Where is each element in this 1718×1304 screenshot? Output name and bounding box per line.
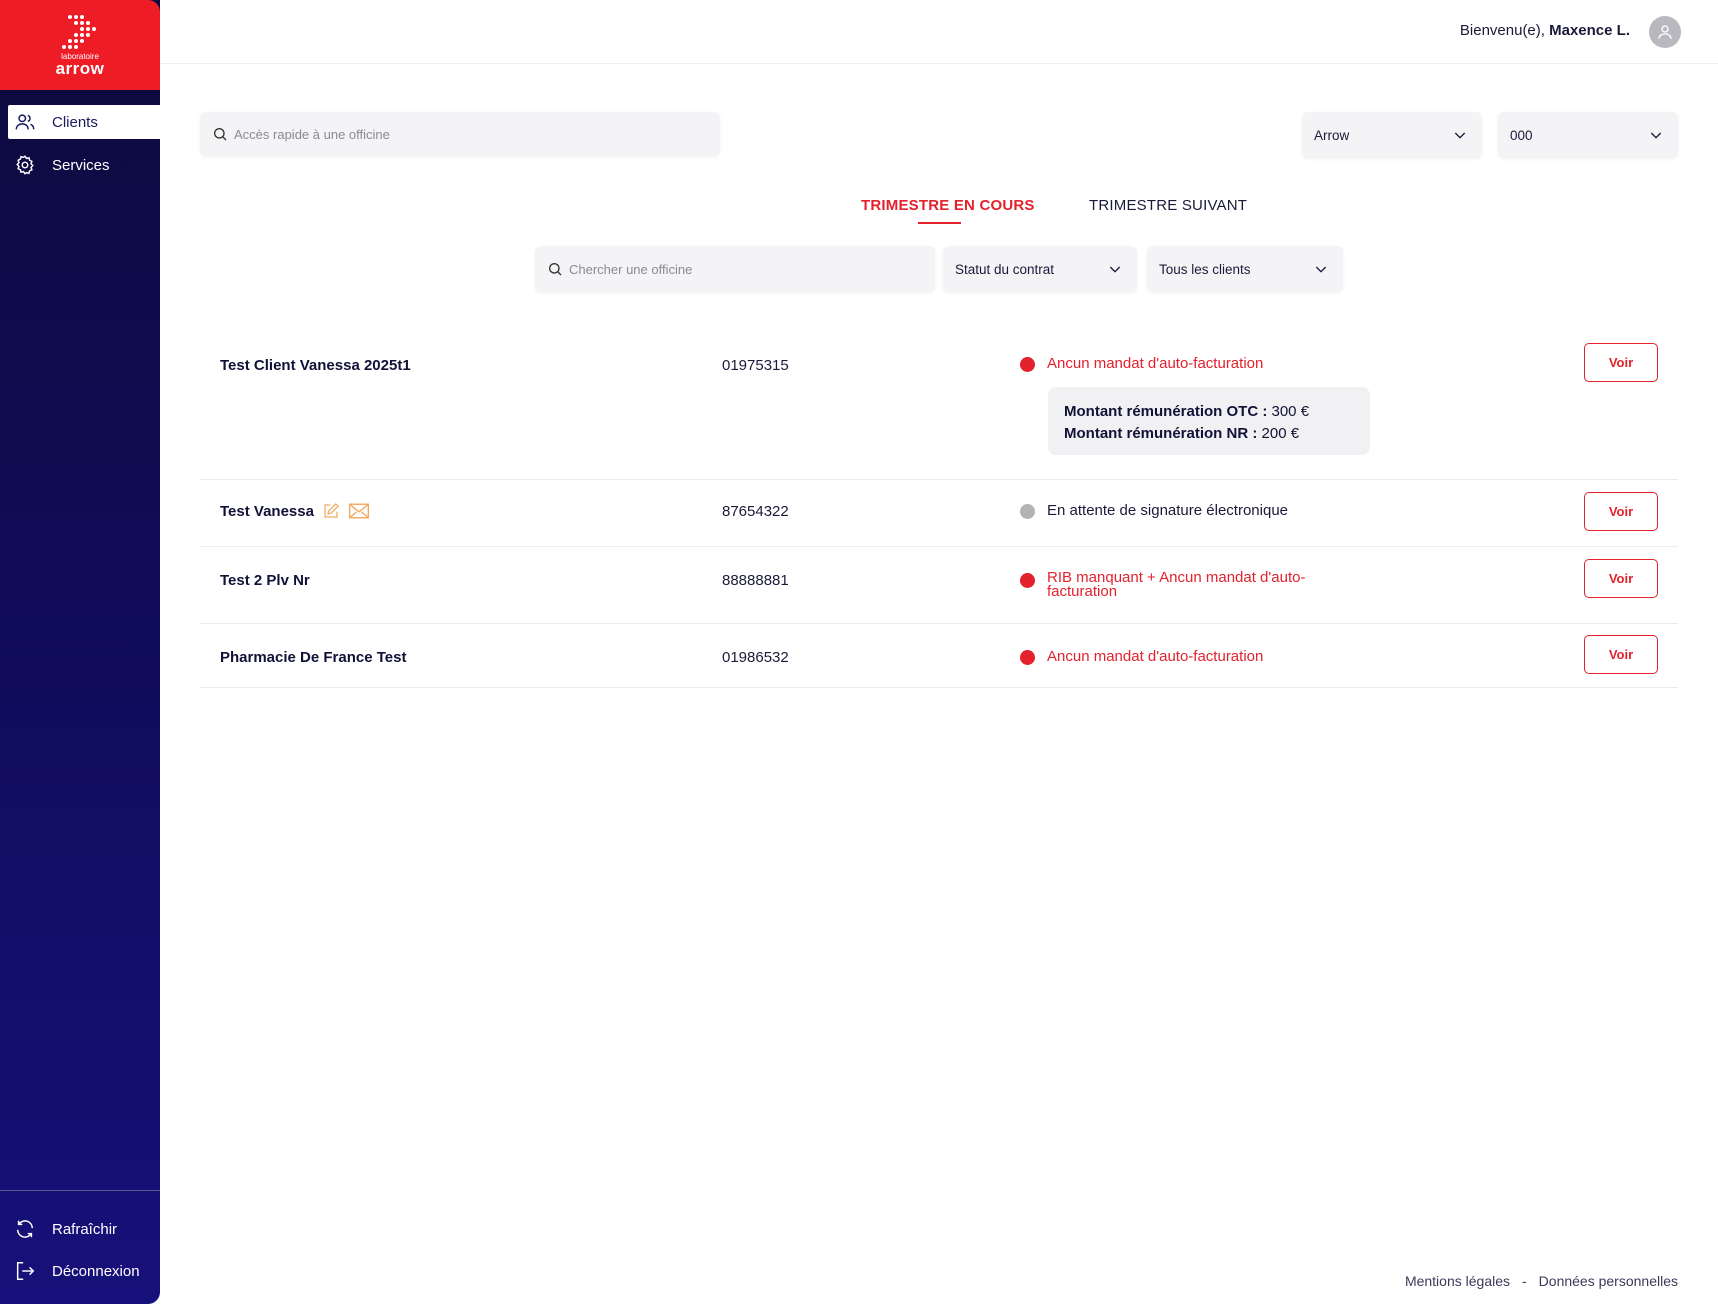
view-button[interactable]: Voir (1584, 559, 1658, 598)
client-code: 01986532 (722, 649, 789, 666)
chevron-down-icon (1454, 132, 1466, 139)
client-code: 01975315 (722, 357, 789, 374)
tab-current-quarter[interactable]: TRIMESTRE EN COURS (861, 197, 1035, 214)
table-row: Test 2 Plv Nr 88888881 RIB manquant + An… (200, 547, 1678, 624)
otc-amount-line: Montant rémunération OTC : 300 € (1064, 401, 1354, 423)
code-select[interactable]: 000 (1498, 112, 1678, 158)
gear-icon (16, 155, 34, 175)
lab-select[interactable]: Arrow (1302, 112, 1482, 158)
legal-notice-link[interactable]: Mentions légales (1405, 1273, 1510, 1289)
status-text: RIB manquant + Ancun mandat d'auto-factu… (1047, 569, 1306, 600)
search-icon (214, 128, 227, 141)
nr-label: Montant rémunération NR : (1064, 425, 1258, 442)
top-bar: Bienvenu(e), Maxence L. (160, 0, 1718, 64)
edit-icon[interactable] (322, 502, 340, 520)
client-code: 87654322 (722, 503, 789, 520)
sidebar-item-label: Déconnexion (52, 1262, 140, 1280)
sidebar-item-label: Clients (52, 113, 98, 131)
sidebar-item-label: Services (52, 156, 110, 174)
quick-search-input[interactable] (234, 126, 720, 142)
nr-value: 200 € (1257, 425, 1300, 442)
client-name: Test 2 Plv Nr (220, 572, 310, 589)
client-name: Test Client Vanessa 2025t1 (220, 357, 411, 374)
status-dot (1020, 650, 1035, 665)
status-text: Ancun mandat d'auto-facturation (1047, 355, 1264, 372)
view-button[interactable]: Voir (1584, 343, 1658, 382)
remuneration-amounts: Montant rémunération OTC : 300 € Montant… (1048, 387, 1370, 455)
clients-select[interactable]: Tous les clients (1147, 246, 1343, 292)
arrow-logo-icon (62, 15, 96, 49)
avatar[interactable] (1649, 16, 1681, 48)
sidebar-item-clients[interactable]: Clients (8, 105, 160, 139)
status-text: En attente de signature électronique (1047, 502, 1289, 519)
logout-icon (16, 1262, 35, 1280)
contract-status: Ancun mandat d'auto-facturation (1020, 355, 1263, 372)
status-dot (1020, 357, 1035, 372)
sidebar-item-logout[interactable]: Déconnexion (8, 1254, 160, 1288)
contract-status: Ancun mandat d'auto-facturation (1020, 648, 1263, 665)
contract-status-select[interactable]: Statut du contrat (943, 246, 1137, 292)
view-button[interactable]: Voir (1584, 635, 1658, 674)
privacy-link[interactable]: Données personnelles (1539, 1273, 1678, 1289)
users-icon (15, 114, 35, 130)
office-search (535, 246, 935, 292)
contract-status-value: Statut du contrat (955, 261, 1055, 277)
active-tab-indicator (918, 222, 961, 224)
quick-search (200, 112, 720, 156)
status-text: Ancun mandat d'auto-facturation (1047, 648, 1264, 665)
table-row: Test Client Vanessa 2025t1 01975315 Ancu… (200, 320, 1678, 480)
contract-status: RIB manquant + Ancun mandat d'auto-factu… (1020, 569, 1340, 600)
brand-name: arrow (55, 59, 105, 78)
status-dot (1020, 504, 1035, 519)
client-code: 88888881 (722, 572, 789, 589)
user-name: Maxence L. (1549, 22, 1630, 39)
sidebar-item-services[interactable]: Services (8, 148, 160, 182)
client-name: Pharmacie De France Test (220, 649, 407, 666)
chevron-down-icon (1315, 266, 1327, 273)
sidebar-divider (0, 1190, 160, 1191)
nr-amount-line: Montant rémunération NR : 200 € (1064, 423, 1354, 445)
sidebar: laboratoire arrow Clients Services Rafra… (0, 0, 160, 1304)
otc-value: 300 € (1267, 403, 1310, 420)
lab-select-value: Arrow (1314, 127, 1350, 143)
sidebar-item-label: Rafraîchir (52, 1220, 118, 1238)
client-name: Test Vanessa (220, 502, 314, 520)
welcome-message: Bienvenu(e), Maxence L. (1460, 22, 1630, 39)
footer: Mentions légales - Données personnelles (1405, 1273, 1678, 1289)
table-row: Pharmacie De France Test 01986532 Ancun … (200, 624, 1678, 688)
clients-select-value: Tous les clients (1159, 261, 1251, 277)
sidebar-item-refresh[interactable]: Rafraîchir (8, 1212, 160, 1246)
status-dot (1020, 573, 1035, 588)
chevron-down-icon (1650, 132, 1662, 139)
user-avatar-icon (1658, 25, 1672, 39)
view-button[interactable]: Voir (1584, 492, 1658, 531)
office-search-input[interactable] (569, 261, 935, 277)
code-select-value: 000 (1510, 127, 1533, 143)
brand-logo[interactable]: laboratoire arrow (0, 0, 160, 90)
welcome-prefix: Bienvenu(e), (1459, 22, 1545, 39)
otc-label: Montant rémunération OTC : (1064, 403, 1268, 420)
chevron-down-icon (1109, 266, 1121, 273)
tab-next-quarter[interactable]: TRIMESTRE SUIVANT (1089, 197, 1247, 214)
client-name-cell: Test Vanessa (220, 502, 370, 520)
footer-separator: - (1522, 1273, 1527, 1289)
contract-status: En attente de signature électronique (1020, 502, 1288, 519)
search-icon (549, 263, 562, 276)
table-row: Test Vanessa 87654322 En attente de sign… (200, 480, 1678, 547)
mail-icon[interactable] (348, 502, 370, 520)
refresh-icon (16, 1220, 34, 1238)
